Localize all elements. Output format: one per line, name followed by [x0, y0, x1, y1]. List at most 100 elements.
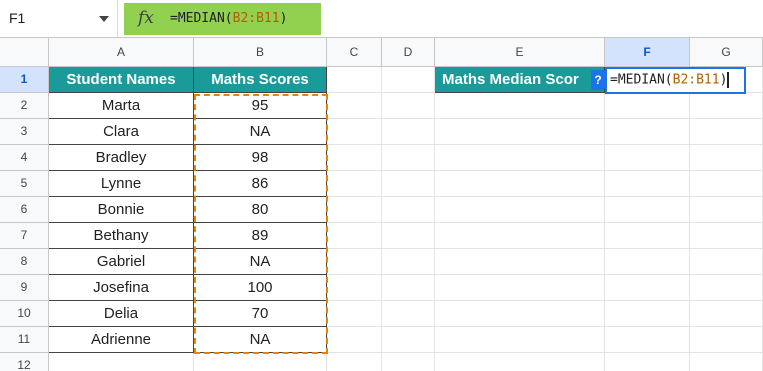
cell-b5[interactable]: 86	[194, 171, 327, 197]
cell-e4[interactable]	[435, 145, 605, 171]
cell-g3[interactable]	[690, 119, 763, 145]
cell-g7[interactable]	[690, 223, 763, 249]
cell-c1[interactable]	[327, 67, 382, 93]
cell-c7[interactable]	[327, 223, 382, 249]
cell-d10[interactable]	[382, 301, 435, 327]
row-header-4[interactable]: 4	[0, 145, 49, 171]
row-header-1[interactable]: 1	[0, 67, 49, 93]
cell-a8[interactable]: Gabriel	[49, 249, 194, 275]
cell-c4[interactable]	[327, 145, 382, 171]
row-header-9[interactable]: 9	[0, 275, 49, 301]
column-header-e[interactable]: E	[435, 38, 605, 67]
cell-a9[interactable]: Josefina	[49, 275, 194, 301]
cell-a3[interactable]: Clara	[49, 119, 194, 145]
select-all-corner[interactable]	[0, 38, 49, 67]
cell-c8[interactable]	[327, 249, 382, 275]
cell-c9[interactable]	[327, 275, 382, 301]
cell-f6[interactable]	[605, 197, 690, 223]
cell-d8[interactable]	[382, 249, 435, 275]
column-header-d[interactable]: D	[382, 38, 435, 67]
cell-e12[interactable]	[435, 353, 605, 371]
cell-c11[interactable]	[327, 327, 382, 353]
row-header-5[interactable]: 5	[0, 171, 49, 197]
row-header-11[interactable]: 11	[0, 327, 49, 353]
cell-a6[interactable]: Bonnie	[49, 197, 194, 223]
cell-c10[interactable]	[327, 301, 382, 327]
name-box[interactable]: F1	[0, 0, 118, 37]
row-header-6[interactable]: 6	[0, 197, 49, 223]
cell-b2[interactable]: 95	[194, 93, 327, 119]
cell-b6[interactable]: 80	[194, 197, 327, 223]
formula-input[interactable]: fx =MEDIAN(B2:B11)	[124, 3, 321, 35]
cell-a5[interactable]: Lynne	[49, 171, 194, 197]
cell-b11[interactable]: NA	[194, 327, 327, 353]
column-header-g[interactable]: G	[690, 38, 763, 67]
cell-g10[interactable]	[690, 301, 763, 327]
cell-b4[interactable]: 98	[194, 145, 327, 171]
cell-b9[interactable]: 100	[194, 275, 327, 301]
cell-f4[interactable]	[605, 145, 690, 171]
cell-c3[interactable]	[327, 119, 382, 145]
row-header-8[interactable]: 8	[0, 249, 49, 275]
cell-e2[interactable]	[435, 93, 605, 119]
cell-e3[interactable]	[435, 119, 605, 145]
cell-f9[interactable]	[605, 275, 690, 301]
cell-d7[interactable]	[382, 223, 435, 249]
cell-g6[interactable]	[690, 197, 763, 223]
cell-e11[interactable]	[435, 327, 605, 353]
cell-d1[interactable]	[382, 67, 435, 93]
cell-f10[interactable]	[605, 301, 690, 327]
cell-d11[interactable]	[382, 327, 435, 353]
cell-a12[interactable]	[49, 353, 194, 371]
cell-d6[interactable]	[382, 197, 435, 223]
cell-a10[interactable]: Delia	[49, 301, 194, 327]
cell-b10[interactable]: 70	[194, 301, 327, 327]
column-header-a[interactable]: A	[49, 38, 194, 67]
cell-g2[interactable]	[690, 93, 763, 119]
row-header-2[interactable]: 2	[0, 93, 49, 119]
cell-d12[interactable]	[382, 353, 435, 371]
cell-e6[interactable]	[435, 197, 605, 223]
row-header-3[interactable]: 3	[0, 119, 49, 145]
cell-c5[interactable]	[327, 171, 382, 197]
cell-e10[interactable]	[435, 301, 605, 327]
cell-b12[interactable]	[194, 353, 327, 371]
cell-g8[interactable]	[690, 249, 763, 275]
cell-g4[interactable]	[690, 145, 763, 171]
cell-a2[interactable]: Marta	[49, 93, 194, 119]
cell-e1[interactable]: Maths Median Scor	[435, 67, 605, 93]
active-cell-editor[interactable]: =MEDIAN(B2:B11)	[605, 67, 746, 94]
row-header-12[interactable]: 12	[0, 353, 49, 371]
cell-d2[interactable]	[382, 93, 435, 119]
cell-e9[interactable]	[435, 275, 605, 301]
cell-c6[interactable]	[327, 197, 382, 223]
row-header-10[interactable]: 10	[0, 301, 49, 327]
cell-e5[interactable]	[435, 171, 605, 197]
cell-f12[interactable]	[605, 353, 690, 371]
cell-g5[interactable]	[690, 171, 763, 197]
cell-b8[interactable]: NA	[194, 249, 327, 275]
cell-g11[interactable]	[690, 327, 763, 353]
cell-c2[interactable]	[327, 93, 382, 119]
cell-g9[interactable]	[690, 275, 763, 301]
formula-help-icon[interactable]: ?	[591, 70, 605, 90]
cell-g12[interactable]	[690, 353, 763, 371]
cell-a11[interactable]: Adrienne	[49, 327, 194, 353]
cell-f7[interactable]	[605, 223, 690, 249]
column-header-f[interactable]: F	[605, 38, 690, 67]
cell-c12[interactable]	[327, 353, 382, 371]
cell-f11[interactable]	[605, 327, 690, 353]
cell-d9[interactable]	[382, 275, 435, 301]
cell-d5[interactable]	[382, 171, 435, 197]
cell-f5[interactable]	[605, 171, 690, 197]
cell-d3[interactable]	[382, 119, 435, 145]
cell-a1[interactable]: Student Names	[49, 67, 194, 93]
cell-b7[interactable]: 89	[194, 223, 327, 249]
cell-f3[interactable]	[605, 119, 690, 145]
chevron-down-icon[interactable]	[99, 16, 109, 22]
column-header-b[interactable]: B	[194, 38, 327, 67]
cell-a4[interactable]: Bradley	[49, 145, 194, 171]
cell-d4[interactable]	[382, 145, 435, 171]
cell-e8[interactable]	[435, 249, 605, 275]
cell-a7[interactable]: Bethany	[49, 223, 194, 249]
